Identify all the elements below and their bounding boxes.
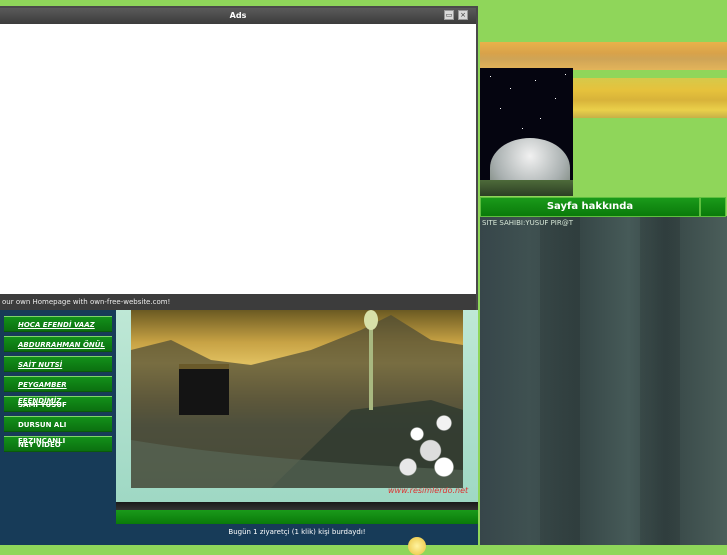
- menu-item-peygamber-efendimiz[interactable]: PEYGAMBER EFENDİMİZ: [4, 376, 112, 405]
- menu-item-abdurrahman-onul[interactable]: ABDURRAHMAN ÖNÜL: [4, 336, 112, 352]
- mosque-night-image: [480, 68, 573, 196]
- divider-bar: [116, 502, 478, 510]
- popup-close-button[interactable]: ×: [458, 10, 468, 20]
- popup-title: Ads: [0, 8, 476, 24]
- green-bar: [116, 510, 478, 524]
- decorative-stripe-top: [480, 42, 727, 70]
- image-watermark: www.resimlerdo.net: [388, 486, 469, 495]
- nav-menu: HOCA EFENDİ VAAZ ABDURRAHMAN ÖNÜL SAİT N…: [4, 316, 112, 456]
- ads-popup-window[interactable]: Ads ▭ × our own Homepage with own-free-w…: [0, 6, 478, 310]
- kaaba-shape: [179, 364, 229, 415]
- sayfa-hakkinda-header: Sayfa hakkında: [480, 197, 700, 217]
- popup-footer: our own Homepage with own-free-website.c…: [0, 294, 476, 310]
- sayfa-header-end: [700, 197, 726, 217]
- popup-minimize-button[interactable]: ▭: [444, 10, 454, 20]
- menu-item-sait-nutsi[interactable]: SAİT NUTSİ: [4, 356, 112, 372]
- menu-item-dursun-ali-erzincanli[interactable]: DURSUN ALI ERZINCANLI: [4, 416, 112, 445]
- menu-item-hoca-efendi-vaaz[interactable]: HOCA EFENDİ VAAZ: [4, 316, 112, 332]
- sun-icon: [408, 537, 426, 555]
- kaaba-landscape-image: [131, 310, 463, 488]
- decorative-stripe-bottom: [573, 78, 727, 118]
- site-owner-text: SITE SAHIBI:YUSUF PIR@T: [482, 219, 573, 227]
- menu-item-ney-video[interactable]: NEY VIDEO: [4, 436, 112, 452]
- flowers: [381, 390, 463, 488]
- menu-item-sami-yusuf[interactable]: SAMI YUSUF: [4, 396, 112, 412]
